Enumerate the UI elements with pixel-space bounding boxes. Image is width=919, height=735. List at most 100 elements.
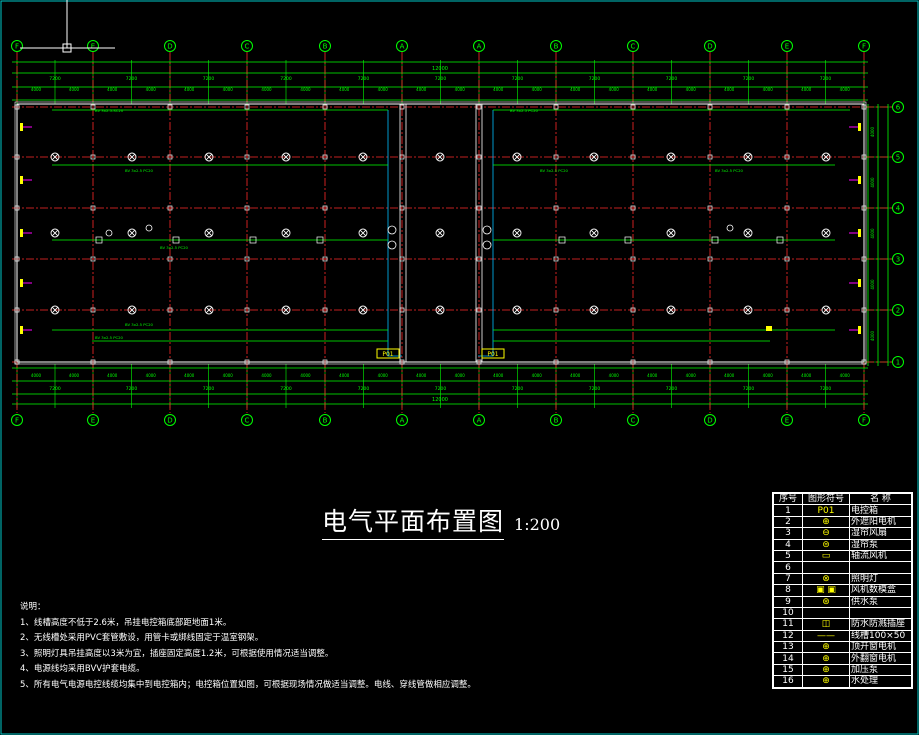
notes-heading: 说明： xyxy=(20,602,46,612)
dimension-sub-bottom: 4000 xyxy=(378,373,389,378)
dimension-sub-top: 4000 xyxy=(146,87,157,92)
legend-table: 序号 图形符号 名 称 1 P01 电控箱 2 ⊕ 外遮阳电机 3 ⊖ 湿帘风扇 4 ⊜ 湿帘泵 5 ▭ 轴… xyxy=(772,492,913,689)
wall-device-right xyxy=(858,279,861,287)
axis-bubble: 6 xyxy=(892,101,904,113)
feeder-line xyxy=(478,110,494,357)
axis-bubble-label: A xyxy=(477,417,482,425)
dimension-sub-top: 4000 xyxy=(107,87,118,92)
wall-device-right xyxy=(858,229,861,237)
legend-row: 2 ⊕ 外遮阳电机 xyxy=(773,515,912,529)
legend-symbol: ⊕ xyxy=(802,515,850,529)
legend-no: 2 xyxy=(773,515,803,529)
dimension-sub-top: 4000 xyxy=(261,87,272,92)
control-box-left-label: P01 xyxy=(382,351,393,358)
note-item: 5、所有电气电源电控线缆均集中到电控箱内；电控箱位置如图，可根据现场情况做适当调… xyxy=(20,679,476,690)
notes-block: 说明： 1、线槽高度不低于2.6米，吊挂电控箱底部距地面1米。 2、无线槽处采用… xyxy=(20,600,476,693)
axis-bubble: A xyxy=(473,414,485,426)
axis-bubble-label: D xyxy=(707,417,712,425)
axis-bubble-label: A xyxy=(477,43,482,51)
legend-name: 风机数模盒 xyxy=(849,584,912,597)
axis-bubble: B xyxy=(550,414,562,426)
wall-device-left xyxy=(20,326,23,334)
dimension-sub-bottom: 4000 xyxy=(223,373,234,378)
legend-name: 电控箱 xyxy=(849,504,912,517)
dimension-sub-bottom: 4000 xyxy=(647,373,658,378)
dimension-sub-top: 4000 xyxy=(416,87,427,92)
cable-label: BV 3x2.5 PC20 xyxy=(125,322,154,327)
legend-name: 供水泵 xyxy=(849,595,912,608)
legend-name: 防水防溅插座 xyxy=(849,618,912,631)
legend-row: 3 ⊖ 湿帘风扇 xyxy=(773,527,912,540)
dimension-sub-bottom: 4000 xyxy=(300,373,311,378)
legend-row: 7 ⊗ 照明灯 xyxy=(773,572,912,586)
axis-bubble: 3 xyxy=(892,253,904,265)
axis-bubble: E xyxy=(781,414,793,426)
dimension-layer: 1200012000720072007200720072007200720072… xyxy=(12,60,892,408)
axis-bubble-label: F xyxy=(862,417,866,425)
control-box-right-label: P01 xyxy=(487,351,498,358)
axis-bubble-label: D xyxy=(167,43,172,51)
legend-header-symbol: 图形符号 xyxy=(802,492,850,506)
dimension-sub-top: 4000 xyxy=(647,87,658,92)
axis-bubble-label: D xyxy=(707,43,712,51)
dimension-sub-bottom: 4000 xyxy=(686,373,697,378)
legend-name: 外翻窗电机 xyxy=(849,652,912,665)
legend-symbol: ⊕ xyxy=(802,663,850,677)
legend-symbol: ⊜ xyxy=(802,538,850,551)
dimension-overall-bottom: 12000 xyxy=(432,397,448,403)
legend-name: 轴流风机 xyxy=(849,549,912,563)
axis-bubble-label: B xyxy=(554,417,559,425)
legend-header-no: 序号 xyxy=(773,492,803,506)
legend-name: 湿帘风扇 xyxy=(849,527,912,540)
legend-header-name: 名 称 xyxy=(849,492,912,506)
legend-symbol: ⊖ xyxy=(802,527,850,540)
legend-row: 5 ▭ 轴流风机 xyxy=(773,549,912,563)
note-item: 2、无线槽处采用PVC套管敷设，用管卡或绑线固定于温室钢架。 xyxy=(20,633,264,643)
axis-grid-layer xyxy=(12,52,895,413)
legend-row: 1 P01 电控箱 xyxy=(773,504,912,517)
axis-bubble: A xyxy=(396,414,408,426)
dimension-sub-bottom: 4000 xyxy=(609,373,620,378)
axis-bubble-label: 4 xyxy=(896,205,901,213)
legend-row: 11 ◫ 防水防溅插座 xyxy=(773,618,912,631)
legend-no: 12 xyxy=(773,629,803,643)
dimension-sub-top: 4000 xyxy=(493,87,504,92)
legend-name xyxy=(849,561,912,574)
wall-device-right xyxy=(858,123,861,131)
dimension-sub-bottom: 4000 xyxy=(493,373,504,378)
drawing-title-block: 电气平面布置图 1:200 xyxy=(322,502,560,540)
axis-bubble: D xyxy=(164,414,176,426)
axis-bubble: 4 xyxy=(892,202,904,214)
dimension-sub-bottom: 4000 xyxy=(107,373,118,378)
dimension-sub-bottom: 4000 xyxy=(69,373,80,378)
axis-bubble: D xyxy=(704,414,716,426)
axis-bubble: 1 xyxy=(892,356,904,368)
axis-bubble: E xyxy=(781,40,793,52)
axis-bubble: C xyxy=(627,414,639,426)
light-fixture xyxy=(204,228,214,238)
drawing-title: 电气平面布置图 xyxy=(322,502,505,540)
dimension-sub-top: 4000 xyxy=(532,87,543,92)
legend-name: 顶开窗电机 xyxy=(849,641,912,654)
legend-no: 6 xyxy=(773,561,803,574)
legend-symbol: P01 xyxy=(802,504,850,517)
legend-no: 16 xyxy=(773,675,803,688)
light-fixture xyxy=(666,228,676,238)
dimension-sub-top: 4000 xyxy=(840,87,851,92)
legend-header-row: 序号 图形符号 名 称 xyxy=(773,492,912,506)
cable-label: BV 3x2.5-SC20 xyxy=(95,108,124,113)
dimension-sub-top: 4000 xyxy=(570,87,581,92)
legend-row: 13 ⊕ 顶开窗电机 xyxy=(773,641,912,654)
legend-row: 6 xyxy=(773,561,912,574)
legend-no: 8 xyxy=(773,584,803,597)
axis-bubble: F xyxy=(858,414,870,426)
axis-bubble-label: F xyxy=(15,417,19,425)
axis-bubble-label: D xyxy=(167,417,172,425)
axis-bubble: C xyxy=(241,40,253,52)
axis-bubble-label: E xyxy=(91,43,95,51)
axis-bubble-label: E xyxy=(785,417,789,425)
small-device xyxy=(726,224,734,232)
legend-name: 外遮阳电机 xyxy=(849,515,912,529)
legend-no: 14 xyxy=(773,652,803,665)
cable-label: BV 3x2.5 PC20 xyxy=(510,108,539,113)
